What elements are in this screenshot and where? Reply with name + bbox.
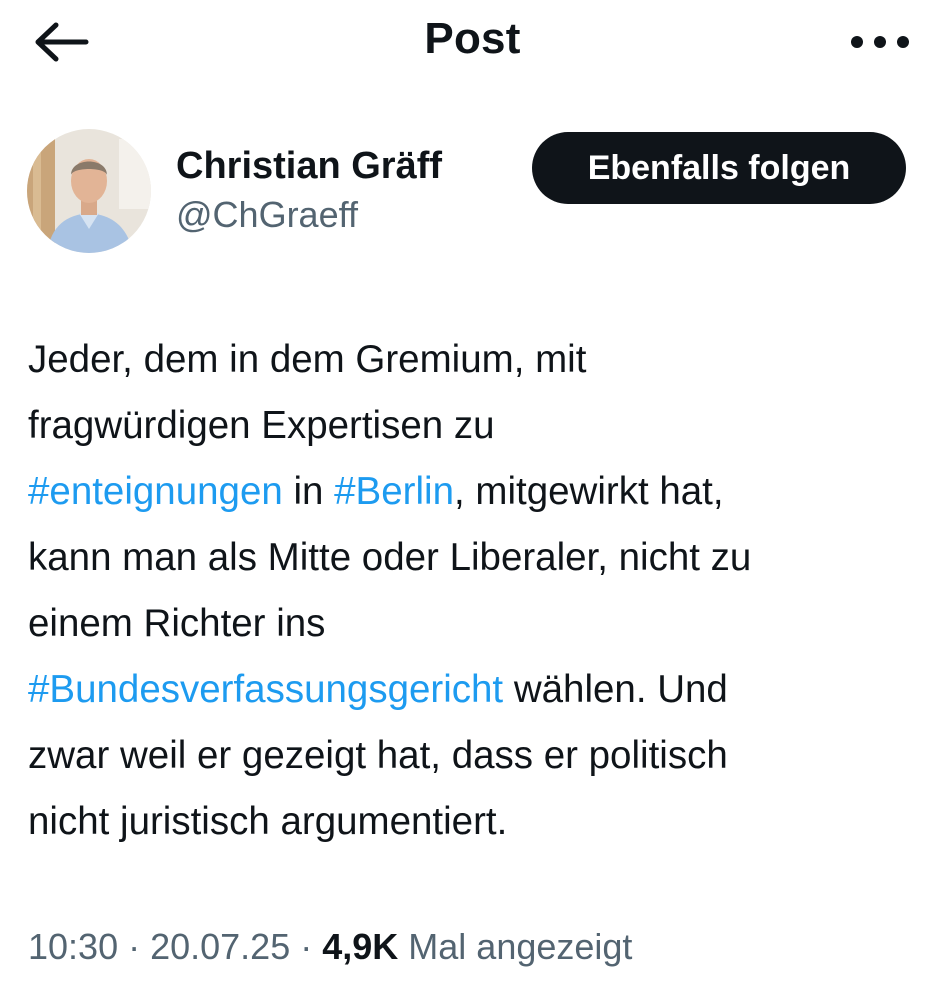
profile-photo [27, 129, 151, 253]
meta-separator: · [118, 926, 151, 967]
post-text-line: einem Richter ins [28, 591, 928, 657]
post-time[interactable]: 10:30 [28, 926, 118, 967]
hashtag-link[interactable]: #Berlin [334, 470, 454, 513]
post-meta: 10:30 · 20.07.25 · 4,9K Mal angezeigt [28, 926, 632, 968]
post-text-line: #enteignungen in #Berlin, mitgewirkt hat… [28, 459, 928, 525]
top-bar: Post [0, 0, 945, 84]
avatar[interactable] [27, 129, 151, 253]
more-options-button[interactable] [845, 22, 915, 62]
views-count[interactable]: 4,9K [322, 926, 398, 967]
author-handle: @ChGraeff [176, 194, 358, 235]
post-text-segment: einem Richter ins [28, 602, 326, 645]
post-text-segment: Jeder, dem in dem Gremium, mit [28, 338, 587, 381]
post-text-line: kann man als Mitte oder Liberaler, nicht… [28, 525, 928, 591]
hashtag-link[interactable]: #Bundesverfassungsgericht [28, 668, 503, 711]
post-date[interactable]: 20.07.25 [150, 926, 290, 967]
post-text-segment: , mitgewirkt hat, [453, 470, 724, 513]
post-text-segment: wählen. Und [503, 668, 728, 711]
hashtag-link[interactable]: #enteignungen [28, 470, 283, 513]
post-text-line: #Bundesverfassungsgericht wählen. Und [28, 657, 928, 723]
more-horizontal-icon [851, 36, 909, 48]
author-name[interactable]: Christian Gräff [176, 145, 442, 188]
views-label: Mal angezeigt [398, 926, 633, 967]
post-text-segment: kann man als Mitte oder Liberaler, nicht… [28, 536, 752, 579]
post-detail-page: Post Christian Gräff @ChGraeff Ebenfalls… [0, 0, 945, 1000]
post-text-line: zwar weil er gezeigt hat, dass er politi… [28, 723, 928, 789]
post-text-line: nicht juristisch argumentiert. [28, 789, 928, 855]
follow-button[interactable]: Ebenfalls folgen [532, 132, 906, 204]
post-text-segment: in [282, 470, 335, 513]
post-text-line: Jeder, dem in dem Gremium, mit [28, 327, 928, 393]
post-text-segment: fragwürdigen Expertisen zu [28, 404, 495, 447]
post-text-line: fragwürdigen Expertisen zu [28, 393, 928, 459]
post-text: Jeder, dem in dem Gremium, mit fragwürdig… [28, 327, 928, 855]
post-text-segment: nicht juristisch argumentiert. [28, 800, 508, 843]
page-title: Post [424, 14, 521, 63]
meta-separator: · [290, 926, 323, 967]
post-text-segment: zwar weil er gezeigt hat, dass er politi… [28, 734, 728, 777]
